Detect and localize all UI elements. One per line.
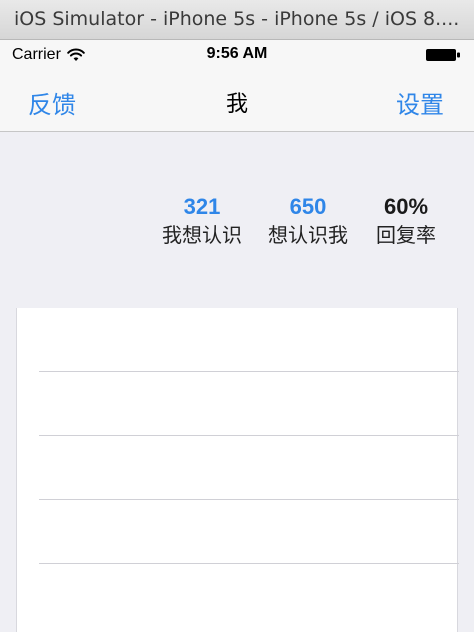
stat-wants-to-know-me[interactable]: 650 想认识我 (258, 194, 358, 248)
stat-label: 回复率 (376, 223, 436, 247)
stat-want-to-know[interactable]: 321 我想认识 (152, 194, 252, 248)
table-view (16, 308, 459, 632)
table-row[interactable] (17, 308, 459, 372)
table-row[interactable] (17, 436, 459, 500)
stat-reply-rate: 60% 回复率 (356, 194, 456, 248)
settings-button[interactable]: 设置 (396, 85, 444, 120)
battery-icon (426, 49, 460, 61)
table-row[interactable] (17, 564, 459, 628)
simulator-title: iOS Simulator - iPhone 5s - iPhone 5s / … (14, 8, 460, 30)
stat-value: 321 (183, 194, 221, 219)
stat-label: 我想认识 (162, 223, 242, 247)
list-area (0, 308, 474, 632)
stat-value: 60% (383, 194, 429, 219)
stats-panel: 321 我想认识 650 想认识我 60% 回复率 (0, 132, 474, 308)
status-bar: Carrier 9:56 AM (0, 40, 474, 70)
status-time: 9:56 AM (206, 45, 268, 62)
stat-label: 想认识我 (268, 223, 348, 247)
iphone-screen: Carrier 9:56 AM 反馈 我 设置 321 我想认识 650 想认识… (0, 40, 474, 632)
simulator-title-bar: iOS Simulator - iPhone 5s - iPhone 5s / … (0, 0, 474, 40)
stat-value: 650 (289, 194, 327, 219)
navigation-bar: 反馈 我 设置 (0, 70, 474, 132)
table-row[interactable] (17, 372, 459, 436)
table-row[interactable] (17, 500, 459, 564)
